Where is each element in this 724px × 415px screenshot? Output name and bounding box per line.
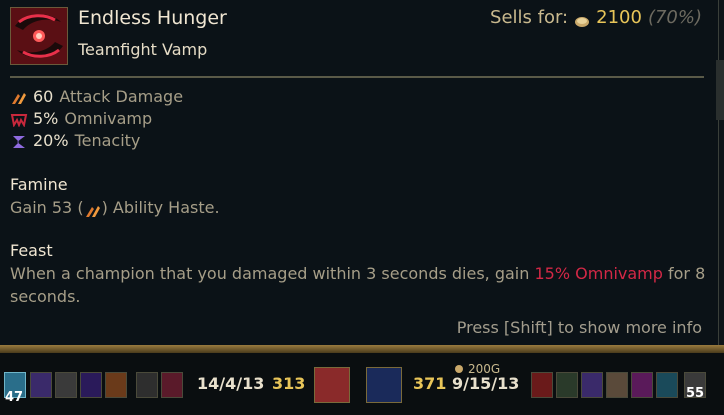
passive-famine-title: Famine [10,175,68,194]
item-subtitle: Teamfight Vamp [78,40,208,59]
stat-value: 5% [33,109,59,128]
stat-label: Tenacity [74,131,141,150]
sell-value: 2100 [596,7,642,28]
sell-percent: (70%) [647,7,702,28]
omnivamp-icon [10,112,28,128]
level-right: 55 [686,386,705,401]
feast-text-mid: for 8 [662,264,706,283]
item-slot[interactable] [581,372,603,398]
ability-haste-icon [84,201,102,217]
feast-text-end: seconds. [10,287,81,306]
champion-portrait-left[interactable] [314,367,350,403]
divider [10,76,704,78]
item-slot[interactable] [136,372,158,398]
famine-text-end: ) Ability Haste. [101,198,220,217]
feast-highlight: 15% Omnivamp [534,264,663,283]
feast-text-start: When a champion that you damaged within … [10,264,535,283]
sell-info: Sells for: 2100 (70%) [490,7,702,28]
stat-omnivamp: 5% Omnivamp [10,109,152,128]
scoreboard: 47 14/4/13 313 200G 371 9/15/13 55 [0,353,724,415]
gold-coin-icon [574,12,590,27]
scoreboard-border [0,345,724,353]
cs-right: 371 [413,374,447,393]
kda-left: 14/4/13 [197,374,265,393]
kda-right: 9/15/13 [452,374,520,393]
passive-feast-text: When a champion that you damaged within … [10,262,705,308]
stat-label: Attack Damage [59,87,184,106]
item-slot[interactable] [606,372,628,398]
level-left: 47 [5,390,24,405]
scrollbar[interactable] [716,60,724,120]
item-slot[interactable] [55,372,77,398]
cs-left: 313 [272,374,306,393]
item-slot[interactable] [30,372,52,398]
endless-hunger-icon [10,7,68,65]
item-slot[interactable] [556,372,578,398]
famine-text-start: Gain 53 ( [10,198,84,217]
stat-label: Omnivamp [64,109,153,128]
stat-value: 60 [33,87,54,106]
passive-famine-text: Gain 53 ( ) Ability Haste. [10,196,220,219]
stat-tenacity: 20% Tenacity [10,131,140,150]
tenacity-icon [10,134,28,148]
item-slot[interactable] [105,372,127,398]
item-slot[interactable] [631,372,653,398]
stat-value: 20% [33,131,69,150]
shift-hint: Press [Shift] to show more info [456,318,702,337]
item-slot[interactable] [531,372,553,398]
passive-feast-title: Feast [10,241,53,260]
sell-label: Sells for: [490,7,569,28]
item-slot[interactable] [161,372,183,398]
item-slot[interactable] [656,372,678,398]
attack-damage-icon [10,90,28,104]
item-tooltip: Endless Hunger Teamfight Vamp Sells for:… [0,0,719,345]
item-name: Endless Hunger [78,7,227,29]
stat-attack-damage: 60 Attack Damage [10,87,183,106]
item-slot[interactable] [80,372,102,398]
champion-portrait-right[interactable] [366,367,402,403]
